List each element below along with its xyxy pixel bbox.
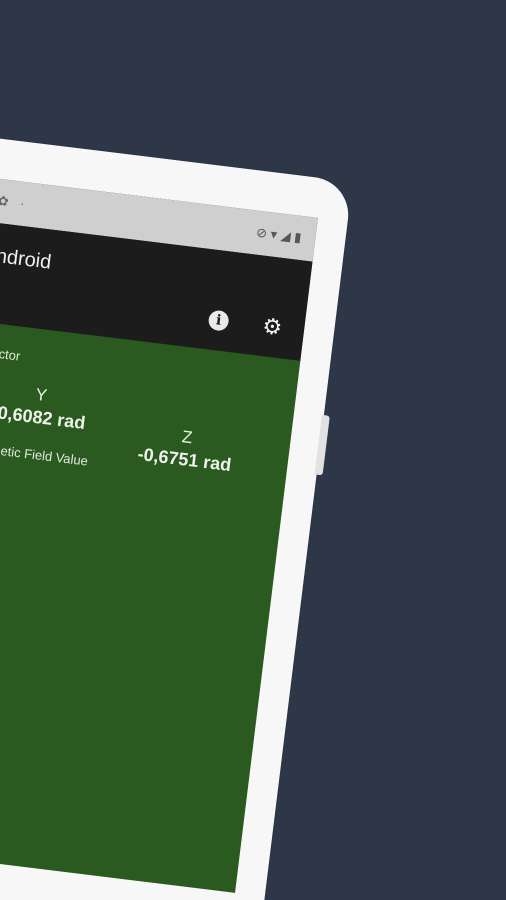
settings-button[interactable]: ⚙ xyxy=(259,313,286,341)
side-button xyxy=(314,414,330,476)
stage: ◂ ✿ · ⊘ ▾ ◢ ▮ erAndroid i ⚙ tion Vector … xyxy=(0,0,506,900)
info-button[interactable]: i xyxy=(205,307,232,334)
y-axis-reading: Y -0,6082 rad xyxy=(0,380,89,434)
gear-icon: ⚙ xyxy=(260,313,284,341)
appbar-actions: i ⚙ xyxy=(205,307,285,340)
status-notification-icons: ◂ ✿ · xyxy=(0,191,30,212)
info-icon: i xyxy=(207,309,230,332)
rotation-vector-label: tion Vector xyxy=(0,341,22,364)
tablet-frame: ◂ ✿ · ⊘ ▾ ◢ ▮ erAndroid i ⚙ tion Vector … xyxy=(0,60,353,900)
screen: ◂ ✿ · ⊘ ▾ ◢ ▮ erAndroid i ⚙ tion Vector … xyxy=(0,101,318,893)
status-system-icons: ⊘ ▾ ◢ ▮ xyxy=(255,224,303,245)
z-axis-reading: Z -0,6751 rad xyxy=(136,422,235,476)
app-title: erAndroid xyxy=(0,241,53,274)
magnetic-field-label: ated Magnetic Field Value xyxy=(0,436,89,469)
